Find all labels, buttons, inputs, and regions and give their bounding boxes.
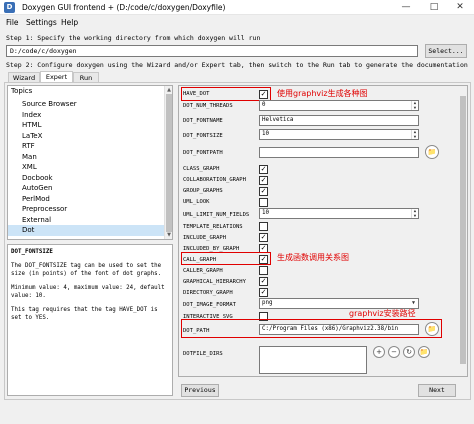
uml-limit-num-fields-spinbox[interactable]: 10 ▲ ▼ [259, 208, 419, 219]
dot-fontsize-spinbox[interactable]: 10 ▲ ▼ [259, 129, 419, 140]
spinbox-value: 0 [262, 102, 266, 108]
help-title: DOT_FONTSIZE [11, 249, 53, 255]
highlight-box [181, 319, 442, 338]
directory-graph-checkbox[interactable]: ✓ [259, 288, 268, 297]
next-button[interactable]: Next [418, 384, 456, 397]
option-label: DOT_IMAGE_FORMAT [183, 302, 236, 308]
annotation-dot-path: graphviz安装路径 [349, 309, 416, 318]
topic-item[interactable]: External [8, 215, 164, 226]
settings-scrollbar[interactable] [459, 86, 467, 376]
select-button[interactable]: Select... [425, 44, 467, 58]
minimize-icon[interactable]: — [392, 0, 420, 15]
previous-button[interactable]: Previous [181, 384, 219, 397]
working-directory-input[interactable]: D:/code/c/doxygen [6, 45, 418, 57]
option-label: DOTFILE_DIRS [183, 351, 223, 357]
help-text: The DOT_FONTSIZE tag can be used to set … [11, 263, 162, 277]
spin-arrows-icon[interactable]: ▲ ▼ [411, 209, 418, 218]
dot-fontname-field[interactable]: Helvetica [259, 115, 419, 126]
collaboration-graph-checkbox[interactable]: ✓ [259, 176, 268, 185]
window-title: Doxygen GUI frontend + (D:/code/c/doxyge… [22, 3, 226, 12]
option-label: INCLUDE_GRAPH [183, 235, 227, 241]
scrollbar-thumb[interactable] [460, 96, 466, 364]
option-label: DIRECTORY_GRAPH [183, 290, 233, 296]
spin-arrows-icon[interactable]: ▲ ▼ [411, 101, 418, 110]
help-text: Minimum value: 4, maximum value: 24, def… [11, 285, 165, 299]
help-text: This tag requires that the tag HAVE_DOT … [11, 307, 158, 321]
highlight-box [181, 252, 271, 265]
title-bar: D Doxygen GUI frontend + (D:/code/c/doxy… [0, 0, 474, 15]
spinbox-value: 10 [262, 131, 269, 137]
option-label: CLASS_GRAPH [183, 166, 220, 172]
option-label: UML_LOOK [183, 199, 210, 205]
app-icon: D [4, 2, 15, 13]
highlight-box [181, 87, 271, 101]
option-label: COLLABORATION_GRAPH [183, 177, 246, 183]
spinbox-value: 10 [262, 210, 269, 216]
topic-item[interactable]: Source Browser [8, 99, 164, 110]
menu-settings[interactable]: Settings [26, 18, 57, 27]
dotfile-dirs-input[interactable] [259, 346, 367, 374]
option-label: GROUP_GRAPHS [183, 188, 223, 194]
maximize-icon[interactable]: □ [420, 0, 448, 15]
spin-arrows-icon[interactable]: ▲ ▼ [411, 130, 418, 139]
include-graph-checkbox[interactable]: ✓ [259, 233, 268, 242]
option-label: DOT_NUM_THREADS [183, 103, 233, 109]
close-icon[interactable]: ✕ [446, 0, 474, 15]
folder-icon[interactable]: 📁 [418, 346, 430, 358]
topic-item[interactable]: RTF [8, 141, 164, 152]
step1-label: Step 1: Specify the working directory fr… [6, 34, 261, 42]
topic-item[interactable]: Preprocessor [8, 204, 164, 215]
option-label: DOT_FONTPATH [183, 150, 223, 156]
folder-icon[interactable]: 📁 [425, 145, 439, 159]
option-label: GRAPHICAL_HIERARCHY [183, 279, 246, 285]
topics-header: Topics [11, 87, 33, 95]
option-label: TEMPLATE_RELATIONS [183, 224, 243, 230]
topic-item[interactable]: PerlMod [8, 194, 164, 205]
select-value: png [262, 300, 273, 306]
remove-icon[interactable]: − [388, 346, 400, 358]
topic-item-selected[interactable]: Dot [8, 225, 164, 236]
menu-bar: File Settings Help [0, 15, 474, 30]
option-label: CALLER_GRAPH [183, 268, 223, 274]
menu-help[interactable]: Help [61, 18, 78, 27]
topic-item[interactable]: Docbook [8, 173, 164, 184]
annotation-call-graph: 生成函数调用关系图 [277, 253, 349, 262]
topic-item[interactable]: LaTeX [8, 131, 164, 142]
scroll-down-icon[interactable]: ▼ [165, 231, 172, 239]
option-label: DOT_FONTSIZE [183, 133, 223, 139]
graphical-hierarchy-checkbox[interactable]: ✓ [259, 277, 268, 286]
uml-look-checkbox[interactable] [259, 198, 268, 207]
topics-list: Topics Source Browser Index HTML LaTeX R… [7, 85, 173, 240]
topic-item[interactable]: AutoGen [8, 183, 164, 194]
help-panel: DOT_FONTSIZE The DOT_FONTSIZE tag can be… [7, 244, 173, 396]
topic-item[interactable]: Index [8, 110, 164, 121]
option-label: UML_LIMIT_NUM_FIELDS [183, 212, 250, 218]
dot-num-threads-spinbox[interactable]: 0 ▲ ▼ [259, 100, 419, 111]
topic-item[interactable]: Man [8, 152, 164, 163]
topics-scrollbar[interactable]: ▲ ▼ [164, 86, 172, 239]
dot-fontpath-field[interactable] [259, 147, 419, 158]
refresh-icon[interactable]: ↻ [403, 346, 415, 358]
caller-graph-checkbox[interactable] [259, 266, 268, 275]
topic-item[interactable]: HTML [8, 120, 164, 131]
chevron-down-icon[interactable]: ▼ [409, 299, 418, 308]
annotation-have-dot: 使用graphviz生成各种图 [277, 89, 368, 98]
menu-file[interactable]: File [6, 18, 19, 27]
class-graph-checkbox[interactable]: ✓ [259, 165, 268, 174]
add-icon[interactable]: + [373, 346, 385, 358]
step2-label: Step 2: Configure doxygen using the Wiza… [6, 61, 468, 69]
option-label: DOT_FONTNAME [183, 118, 223, 124]
template-relations-checkbox[interactable] [259, 222, 268, 231]
group-graphs-checkbox[interactable]: ✓ [259, 187, 268, 196]
scroll-up-icon[interactable]: ▲ [165, 86, 172, 94]
scrollbar-thumb[interactable] [166, 94, 172, 232]
topic-item[interactable]: XML [8, 162, 164, 173]
